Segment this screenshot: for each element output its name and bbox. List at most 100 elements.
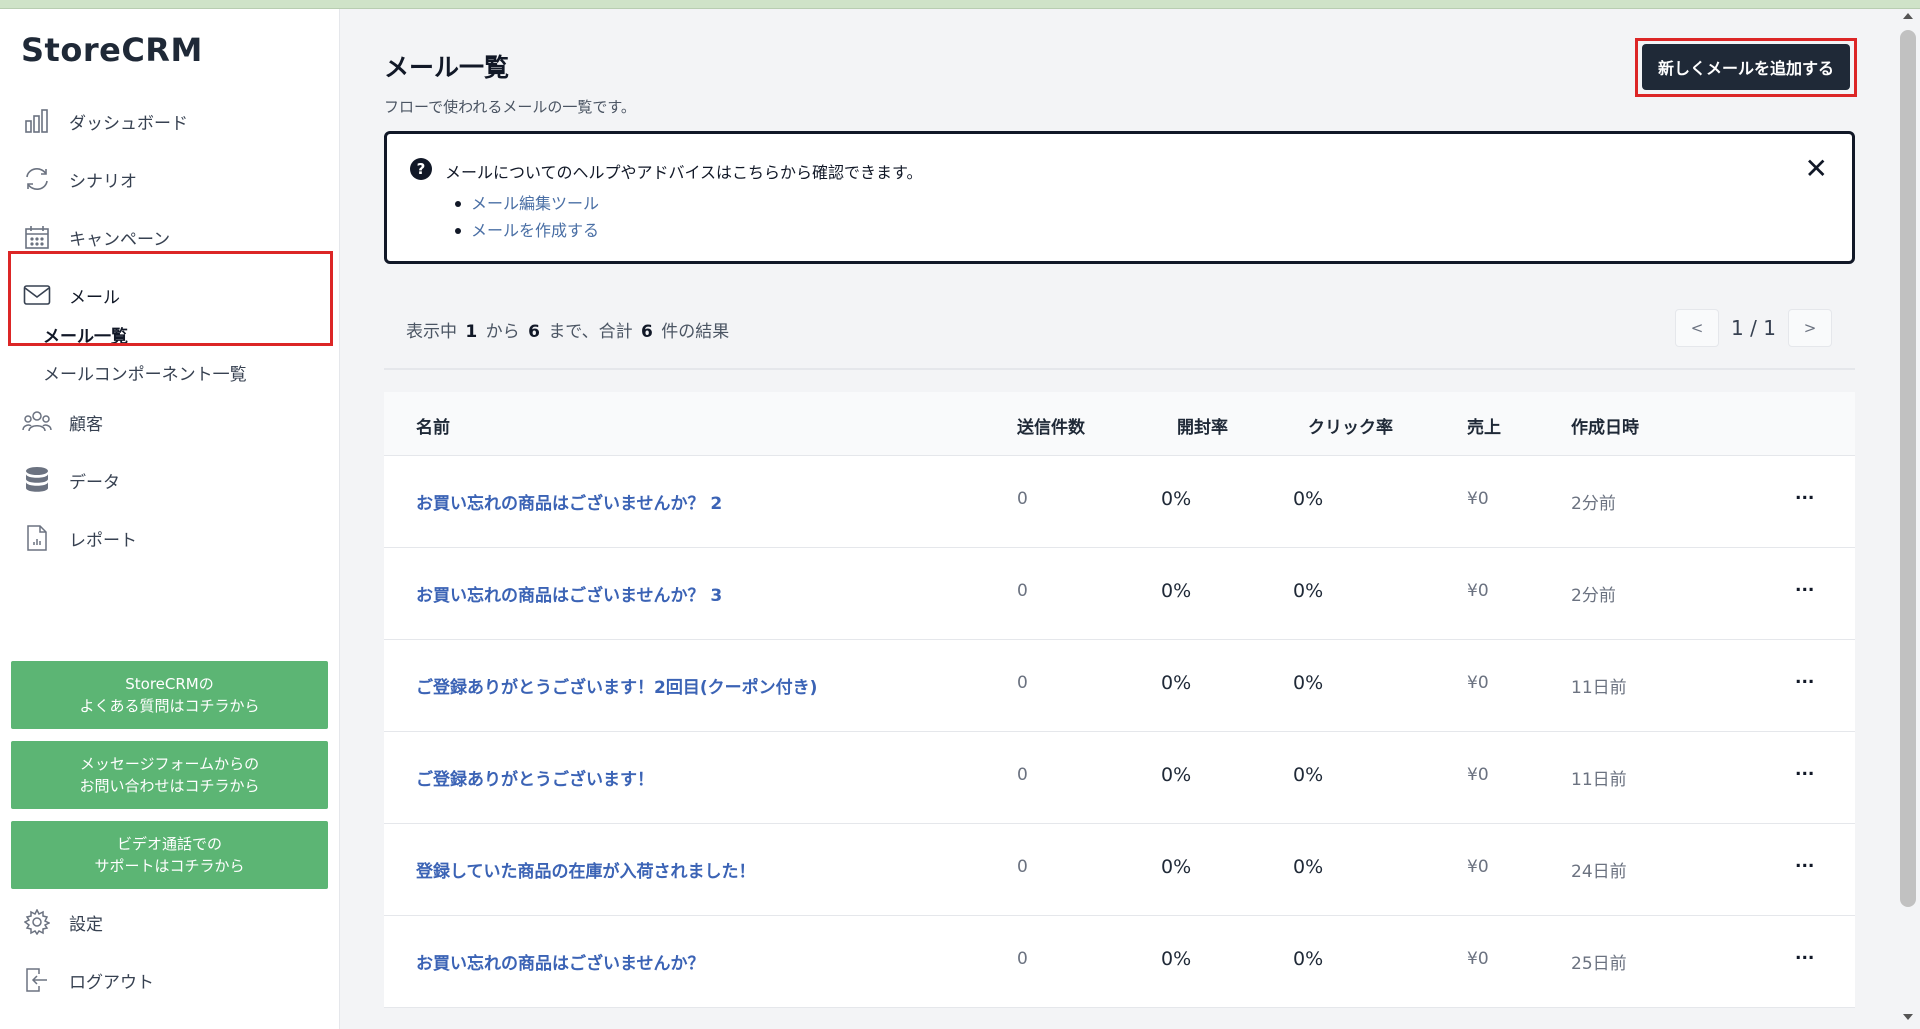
- close-icon[interactable]: ✕: [1805, 152, 1828, 185]
- calendar-icon: [22, 222, 52, 252]
- mail-name-link[interactable]: 登録していた商品の在庫が入荷されました！: [416, 857, 756, 882]
- results-summary: 表示中 1 から 6 まで、合計 6 件の結果: [406, 317, 729, 342]
- sent-count: 0: [1017, 673, 1028, 693]
- sidebar-subitem-mail-list[interactable]: メール一覧: [43, 322, 128, 347]
- row-menu-button[interactable]: ...: [1795, 760, 1814, 780]
- mail-name-link[interactable]: お買い忘れの商品はございませんか？: [416, 949, 705, 974]
- created-date: 24日前: [1571, 862, 1627, 882]
- logout-icon: [22, 965, 52, 995]
- table-row[interactable]: 登録していた商品の在庫が入荷されました！ 0 0% 0% ¥0 24日前...: [384, 824, 1855, 916]
- mail-name-link[interactable]: お買い忘れの商品はございませんか？ 3: [416, 581, 722, 606]
- click-rate: 0%: [1293, 672, 1324, 694]
- page-subtitle: フローで使われるメールの一覧です。: [384, 98, 636, 116]
- results-from-word: から: [485, 322, 520, 342]
- open-rate: 0%: [1161, 580, 1192, 602]
- sidebar-item-report[interactable]: レポート: [22, 518, 137, 558]
- help-link-create-mail[interactable]: メールを作成する: [455, 217, 599, 244]
- click-rate: 0%: [1293, 856, 1324, 878]
- sidebar-item-label: メール: [69, 287, 120, 308]
- question-icon: ?: [410, 158, 432, 180]
- results-total: 6: [641, 322, 653, 342]
- sidebar-item-dashboard[interactable]: ダッシュボード: [22, 101, 188, 141]
- table-row[interactable]: お買い忘れの商品はございませんか？ 3 0 0% 0% ¥0 2分前...: [384, 548, 1855, 640]
- sidebar-item-scenario[interactable]: シナリオ: [22, 159, 137, 199]
- sales-amount: ¥0: [1467, 765, 1489, 785]
- sidebar-item-customers[interactable]: 顧客: [22, 402, 103, 442]
- sidebar-item-logout[interactable]: ログアウト: [22, 960, 154, 1000]
- sidebar-item-label: シナリオ: [69, 171, 137, 192]
- mail-table: 名前 送信件数 開封率 クリック率 売上 作成日時 お買い忘れの商品はございませ…: [384, 392, 1855, 1008]
- created-date: 2分前: [1571, 586, 1616, 606]
- mail-name-link[interactable]: ご登録ありがとうございます！: [416, 765, 654, 790]
- report-icon: [22, 523, 52, 553]
- users-icon: [22, 407, 52, 437]
- sidebar-item-mail[interactable]: メール: [22, 275, 120, 315]
- help-link-mail-editor[interactable]: メール編集ツール: [455, 190, 599, 217]
- message-form-support-line2: お問い合わせはコチラから: [79, 777, 260, 795]
- sent-count: 0: [1017, 949, 1028, 969]
- sidebar-item-settings[interactable]: 設定: [22, 902, 103, 942]
- row-menu-button[interactable]: ...: [1795, 944, 1814, 964]
- pagination: < 1 / 1 >: [1675, 309, 1832, 347]
- column-header-click-rate[interactable]: クリック率: [1308, 413, 1393, 438]
- open-rate: 0%: [1161, 488, 1192, 510]
- sent-count: 0: [1017, 489, 1028, 509]
- table-row[interactable]: お買い忘れの商品はございませんか？ 0 0% 0% ¥0 25日前...: [384, 916, 1855, 1008]
- table-row[interactable]: お買い忘れの商品はございませんか？ 2 0 0% 0% ¥0 2分前...: [384, 456, 1855, 548]
- column-header-name[interactable]: 名前: [416, 413, 450, 438]
- click-rate: 0%: [1293, 764, 1324, 786]
- scrollbar-thumb[interactable]: [1900, 30, 1916, 907]
- gear-icon: [22, 907, 52, 937]
- bar-chart-icon: [22, 106, 52, 136]
- created-date: 25日前: [1571, 954, 1627, 974]
- results-suffix: 件の結果: [661, 322, 730, 342]
- open-rate: 0%: [1161, 856, 1192, 878]
- faq-support-line2: よくある質問はコチラから: [79, 697, 260, 715]
- mail-name-link[interactable]: お買い忘れの商品はございませんか？ 2: [416, 489, 722, 514]
- scroll-up-arrow[interactable]: [1903, 13, 1913, 19]
- sidebar-subitem-mail-components[interactable]: メールコンポーネント一覧: [43, 360, 247, 385]
- sidebar-item-label: ログアウト: [69, 972, 154, 993]
- prev-page-button[interactable]: <: [1675, 309, 1719, 347]
- scroll-down-arrow[interactable]: [1903, 1014, 1913, 1020]
- message-form-support-button[interactable]: メッセージフォームからの お問い合わせはコチラから: [11, 741, 328, 809]
- results-from: 1: [465, 322, 478, 342]
- app-logo: StoreCRM: [21, 31, 203, 69]
- column-header-open-rate[interactable]: 開封率: [1177, 413, 1228, 438]
- sidebar: StoreCRM ダッシュボード シナリオ キャンペーン メール メール一覧 メ…: [0, 9, 340, 1029]
- open-rate: 0%: [1161, 672, 1192, 694]
- faq-support-line1: StoreCRMの: [125, 675, 214, 693]
- add-mail-button[interactable]: 新しくメールを追加する: [1642, 44, 1850, 90]
- results-to: 6: [528, 322, 540, 342]
- sidebar-item-label: 設定: [69, 914, 103, 935]
- sales-amount: ¥0: [1467, 857, 1489, 877]
- table-header: 名前 送信件数 開封率 クリック率 売上 作成日時: [384, 392, 1855, 456]
- page-title: メール一覧: [384, 53, 510, 82]
- message-form-support-line1: メッセージフォームからの: [79, 755, 260, 773]
- sidebar-item-label: キャンペーン: [69, 229, 171, 250]
- row-menu-button[interactable]: ...: [1795, 668, 1814, 688]
- row-menu-button[interactable]: ...: [1795, 852, 1814, 872]
- results-to-word: まで、合計: [548, 322, 633, 342]
- table-row[interactable]: ご登録ありがとうございます！ 0 0% 0% ¥0 11日前...: [384, 732, 1855, 824]
- column-header-sent[interactable]: 送信件数: [1017, 413, 1085, 438]
- column-header-created[interactable]: 作成日時: [1571, 413, 1639, 438]
- sidebar-item-campaign[interactable]: キャンペーン: [22, 217, 170, 257]
- column-header-sales[interactable]: 売上: [1467, 413, 1501, 438]
- sidebar-item-label: データ: [69, 472, 120, 493]
- sent-count: 0: [1017, 581, 1028, 601]
- next-page-button[interactable]: >: [1788, 309, 1832, 347]
- sidebar-item-label: 顧客: [69, 414, 103, 435]
- table-row[interactable]: ご登録ありがとうございます！2回目(クーポン付き) 0 0% 0% ¥0 11日前...: [384, 640, 1855, 732]
- mail-icon: [22, 280, 52, 310]
- sidebar-item-data[interactable]: データ: [22, 460, 120, 500]
- faq-support-button[interactable]: StoreCRMの よくある質問はコチラから: [11, 661, 328, 729]
- help-title: メールについてのヘルプやアドバイスはこちらから確認できます。: [445, 163, 923, 182]
- row-menu-button[interactable]: ...: [1795, 484, 1814, 504]
- sidebar-item-label: ダッシュボード: [69, 113, 188, 134]
- database-icon: [22, 465, 52, 495]
- row-menu-button[interactable]: ...: [1795, 576, 1814, 596]
- video-call-support-button[interactable]: ビデオ通話での サポートはコチラから: [11, 821, 328, 889]
- mail-name-link[interactable]: ご登録ありがとうございます！2回目(クーポン付き): [416, 673, 817, 698]
- sidebar-item-label: レポート: [69, 530, 137, 551]
